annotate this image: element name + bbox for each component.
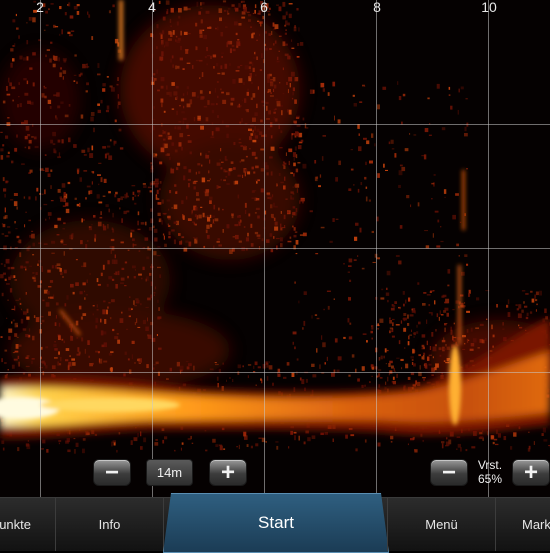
tab-menu-label: Menü [425,517,458,532]
zoom-in-button[interactable]: + [209,459,247,486]
tab-waypoints-label: unkte [0,517,31,532]
tab-start[interactable]: Start [163,493,389,553]
distance-tick-label: 6 [260,0,268,15]
tab-info[interactable]: Info [56,498,164,551]
grid-line-horizontal [0,124,550,125]
distance-tick-label: 2 [36,0,44,15]
plus-icon: + [524,461,538,485]
distance-tick-label: 10 [481,0,497,15]
sonar-view: 2 4 6 8 10 − 14m + − Vrst. 65% + [0,0,550,497]
minus-icon: − [105,461,119,485]
tab-waypoints[interactable]: unkte [0,498,56,551]
plus-icon: + [221,461,235,485]
bottom-tab-bar: unkte Info Start Menü Mark [0,497,550,551]
gain-label: Vrst. [472,458,508,472]
tab-mark-label: Mark [522,517,550,532]
tab-menu[interactable]: Menü [387,498,496,551]
grid-line-horizontal [0,248,550,249]
tab-start-label: Start [258,513,294,533]
distance-tick-label: 8 [373,0,381,15]
distance-tick-label: 4 [148,0,156,15]
range-value: 14m [157,465,182,480]
minus-icon: − [442,461,456,485]
gain-indicator: Vrst. 65% [472,458,508,486]
gain-decrease-button[interactable]: − [430,459,468,486]
gain-value: 65% [472,472,508,486]
gain-increase-button[interactable]: + [512,459,550,486]
tab-info-label: Info [99,517,121,532]
grid-line-horizontal [0,372,550,373]
tab-mark[interactable]: Mark [496,498,550,551]
range-display[interactable]: 14m [146,459,193,486]
zoom-out-button[interactable]: − [93,459,131,486]
